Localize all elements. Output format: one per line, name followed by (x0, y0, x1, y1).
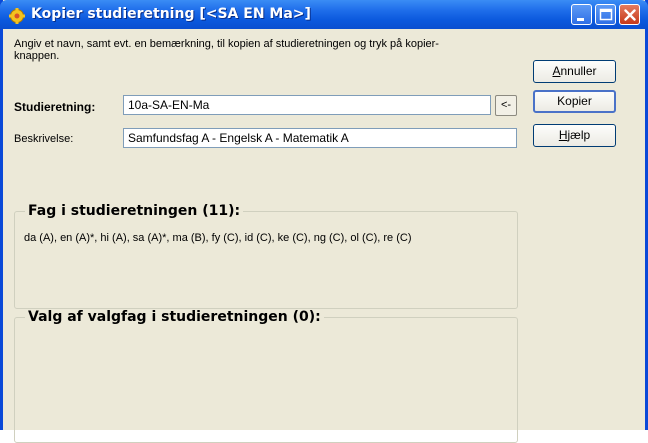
maximize-button[interactable] (595, 4, 616, 25)
title-bar[interactable]: Kopier studieretning [<SA EN Ma>] (0, 0, 648, 29)
copy-name-arrow-button[interactable]: <- (495, 95, 517, 116)
beskrivelse-field[interactable]: Samfundsfag A - Engelsk A - Matematik A (123, 128, 517, 148)
help-button[interactable]: Hjælp (533, 124, 616, 147)
close-button[interactable] (619, 4, 640, 25)
cancel-button[interactable]: Annuller (533, 60, 616, 83)
fag-groupbox: Fag i studieretningen (11): da (A), en (… (14, 203, 518, 309)
minimize-icon (577, 18, 584, 21)
window-title: Kopier studieretning [<SA EN Ma>] (31, 6, 311, 22)
fag-list-text: da (A), en (A)*, hi (A), sa (A)*, ma (B)… (24, 232, 412, 244)
maximize-icon (599, 8, 613, 21)
studieretning-field[interactable]: 10a-SA-EN-Ma (123, 95, 491, 115)
copy-button[interactable]: Kopier (533, 90, 616, 113)
fag-group-title: Fag i studieretningen (11): (25, 203, 244, 219)
studieretning-label: Studieretning: (14, 100, 96, 114)
instruction-text: Angiv et navn, samt evt. en bemærkning, … (14, 38, 439, 62)
dialog-window: Kopier studieretning [<SA EN Ma>] Angiv … (0, 0, 648, 443)
beskrivelse-label: Beskrivelse: (14, 133, 74, 145)
close-icon (624, 9, 636, 21)
valgfag-group-title: Valg af valgfag i studieretningen (0): (25, 309, 324, 325)
minimize-button[interactable] (571, 4, 592, 25)
help-label: jælp (567, 128, 591, 142)
cancel-label: nnuller (560, 64, 597, 78)
gear-icon (9, 8, 25, 24)
valgfag-groupbox: Valg af valgfag i studieretningen (0): (14, 309, 518, 443)
